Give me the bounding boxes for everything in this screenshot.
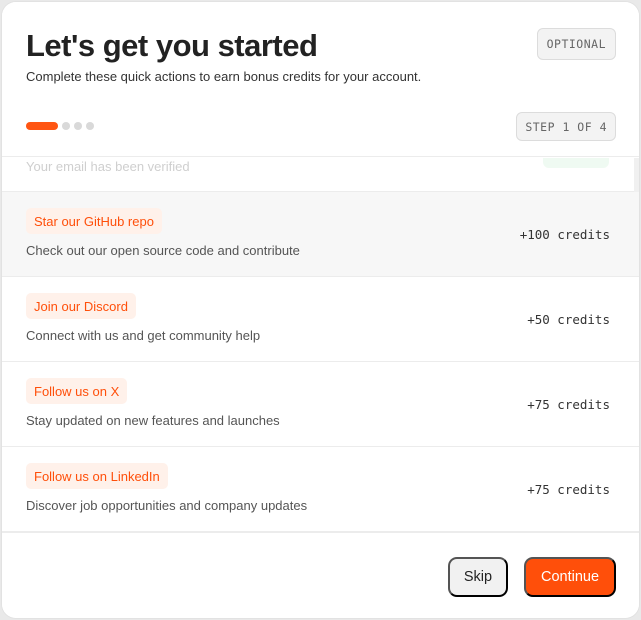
continue-button[interactable]: Continue	[524, 557, 616, 597]
progress-step-dot	[62, 122, 70, 130]
list-item-tag[interactable]: Join our Discord	[26, 293, 136, 319]
credits-value: +75 credits	[527, 482, 610, 497]
list-item-github[interactable]: Star our GitHub repo Check out our open …	[2, 192, 639, 277]
scrollbar[interactable]	[634, 158, 639, 192]
list-item-description: Connect with us and get community help	[26, 328, 261, 343]
page-title: Let's get you started	[26, 28, 318, 63]
credits-value: +75 credits	[527, 397, 610, 412]
list-item-description: Your email has been verified	[26, 159, 190, 174]
list-item-tag[interactable]: Follow us on X	[26, 378, 128, 404]
progress-step-dot	[74, 122, 82, 130]
step-badge: STEP 1 OF 4	[516, 112, 616, 141]
progress-step-active	[26, 122, 58, 130]
list-item-faded: Your email has been verified	[2, 158, 639, 192]
onboarding-modal: Let's get you started Complete these qui…	[2, 2, 639, 618]
list-item-linkedin[interactable]: Follow us on LinkedIn Discover job oppor…	[2, 447, 639, 532]
quest-list[interactable]: Your email has been verified Star our Gi…	[2, 158, 639, 532]
step-progress-indicator	[26, 122, 94, 130]
page-subtitle: Complete these quick actions to earn bon…	[26, 69, 422, 84]
list-item-description: Discover job opportunities and company u…	[26, 498, 308, 513]
optional-badge: OPTIONAL	[536, 28, 616, 60]
credits-value: +50 credits	[527, 312, 610, 327]
progress-step-dot	[86, 122, 94, 130]
list-item-discord[interactable]: Join our Discord Connect with us and get…	[2, 277, 639, 362]
skip-button[interactable]: Skip	[448, 557, 508, 597]
status-pill	[543, 158, 609, 168]
modal-header: Let's get you started Complete these qui…	[2, 2, 639, 157]
modal-footer: Skip Continue	[2, 532, 639, 618]
list-item-tag[interactable]: Follow us on LinkedIn	[26, 463, 168, 489]
list-item-description: Check out our open source code and contr…	[26, 243, 300, 258]
credits-value: +100 credits	[519, 227, 610, 242]
list-item-description: Stay updated on new features and launche…	[26, 413, 280, 428]
list-item-tag[interactable]: Star our GitHub repo	[26, 208, 162, 234]
list-item-x[interactable]: Follow us on X Stay updated on new featu…	[2, 362, 639, 447]
